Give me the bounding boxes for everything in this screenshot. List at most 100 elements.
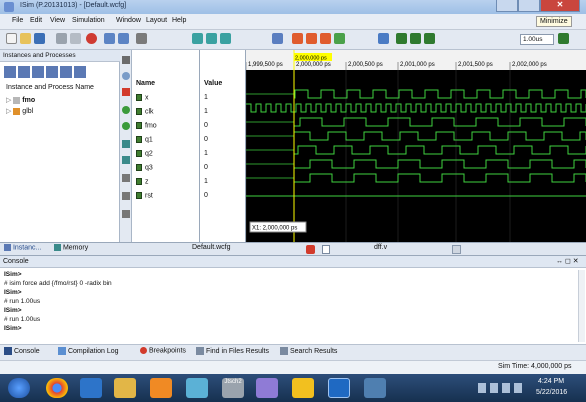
run-all-icon[interactable] bbox=[396, 33, 407, 44]
clock-time[interactable]: 4:24 PM bbox=[538, 378, 564, 385]
signal-row[interactable]: q2 bbox=[136, 150, 153, 162]
tab-compilation-log[interactable]: Compilation Log bbox=[58, 347, 119, 359]
console-window-controls[interactable]: ↔ ◻ ✕ bbox=[556, 257, 579, 265]
close-icon: ✕ bbox=[556, 0, 564, 9]
settings-icon[interactable] bbox=[74, 66, 86, 78]
tab-instances[interactable]: Instanc... bbox=[4, 244, 41, 255]
app-icon[interactable] bbox=[364, 378, 386, 398]
next-icon[interactable] bbox=[46, 66, 58, 78]
tab-label: Instanc... bbox=[12, 244, 42, 252]
expand-icon[interactable]: ▷ bbox=[6, 108, 11, 115]
filter-icon[interactable] bbox=[60, 66, 72, 78]
signal-row[interactable]: q1 bbox=[136, 136, 153, 148]
signal-row[interactable]: z bbox=[136, 178, 149, 190]
menu-help[interactable]: Help bbox=[172, 17, 186, 24]
menu-simulation[interactable]: Simulation bbox=[72, 17, 105, 24]
run-icon[interactable] bbox=[410, 33, 421, 44]
zoom-out-icon[interactable] bbox=[220, 33, 231, 44]
log-tab-icon bbox=[58, 347, 66, 355]
menu-file[interactable]: File bbox=[12, 17, 23, 24]
isim-icon[interactable] bbox=[292, 378, 314, 398]
restart-icon[interactable] bbox=[378, 33, 389, 44]
step-icon[interactable] bbox=[424, 33, 435, 44]
tab-console[interactable]: Console bbox=[4, 347, 40, 359]
console-tab-strip: Console Compilation Log Breakpoints Find… bbox=[0, 344, 586, 360]
folder-icon[interactable] bbox=[186, 378, 208, 398]
tab-label: Find in Files Results bbox=[205, 347, 269, 355]
radix-icon[interactable] bbox=[122, 210, 130, 218]
tray-icons[interactable] bbox=[478, 383, 522, 393]
instance-item-fmo[interactable]: ▷ fmo bbox=[6, 96, 35, 106]
marker-icon[interactable] bbox=[292, 33, 303, 44]
start-button[interactable] bbox=[8, 378, 30, 398]
menu-layout[interactable]: Layout bbox=[146, 17, 167, 24]
swap-cursors-icon[interactable] bbox=[122, 156, 130, 164]
clock-date[interactable]: 5/22/2016 bbox=[536, 389, 567, 396]
swap-icon[interactable] bbox=[334, 33, 345, 44]
waveform-viewer[interactable]: 1,999,500 ps 2,000,000 ps 2,000,500 ps 2,00… bbox=[246, 50, 586, 242]
menu-edit[interactable]: Edit bbox=[30, 17, 42, 24]
run-time-input[interactable]: 1.00us bbox=[520, 34, 554, 45]
save-icon[interactable] bbox=[34, 33, 45, 44]
maximize-button[interactable] bbox=[518, 0, 540, 12]
file-manager-icon[interactable] bbox=[114, 378, 136, 398]
expand-icon[interactable]: ▷ bbox=[6, 97, 11, 104]
minimize-button[interactable] bbox=[496, 0, 518, 12]
collapse-icon[interactable] bbox=[122, 192, 130, 200]
collapse-all-icon[interactable] bbox=[4, 66, 16, 78]
signal-icon bbox=[136, 150, 142, 157]
go-end-icon[interactable] bbox=[122, 122, 130, 130]
close-button[interactable]: ✕ bbox=[540, 0, 580, 12]
tab-search-results[interactable]: Search Results bbox=[280, 347, 337, 359]
tab-dff-v[interactable]: dff.v bbox=[374, 244, 387, 255]
pointer-icon[interactable] bbox=[122, 56, 130, 64]
instance-item-glbl[interactable]: ▷ glbl bbox=[6, 107, 33, 117]
run-for-icon[interactable] bbox=[558, 33, 569, 44]
signal-row[interactable]: fmo bbox=[136, 122, 157, 134]
tab-find-in-files[interactable]: Find in Files Results bbox=[196, 347, 269, 359]
signal-trace bbox=[246, 103, 586, 113]
signal-icon bbox=[136, 164, 142, 171]
undo-icon[interactable] bbox=[104, 33, 115, 44]
find-icon[interactable] bbox=[136, 33, 147, 44]
close-tab-icon[interactable] bbox=[452, 245, 461, 254]
redo-icon[interactable] bbox=[118, 33, 129, 44]
signal-row[interactable]: rst bbox=[136, 192, 153, 204]
delete-icon[interactable] bbox=[86, 33, 97, 44]
editor-icon[interactable] bbox=[328, 378, 350, 398]
menu-window[interactable]: Window bbox=[116, 17, 141, 24]
marker-prev-icon[interactable] bbox=[306, 33, 317, 44]
copy-icon[interactable] bbox=[70, 33, 81, 44]
add-marker-icon[interactable] bbox=[122, 88, 130, 96]
tab-default-wcfg[interactable]: Default.wcfg bbox=[192, 244, 231, 255]
open-folder-icon[interactable] bbox=[20, 33, 31, 44]
tab-memory[interactable]: Memory bbox=[54, 244, 88, 255]
jtsch-icon[interactable]: Jtsch2 bbox=[222, 378, 244, 398]
menu-view[interactable]: View bbox=[50, 17, 65, 24]
cut-icon[interactable] bbox=[56, 33, 67, 44]
waveform-canvas[interactable]: 1,999,500 ps 2,000,000 ps 2,000,500 ps 2,00… bbox=[246, 50, 586, 242]
tab-label: dff.v bbox=[374, 244, 388, 251]
expand-all-icon[interactable] bbox=[18, 66, 30, 78]
signal-row[interactable]: clk bbox=[136, 108, 154, 120]
zoom-fit-icon[interactable] bbox=[192, 33, 203, 44]
console-scrollbar[interactable] bbox=[578, 270, 585, 342]
new-file-icon[interactable] bbox=[6, 33, 17, 44]
vlc-icon[interactable] bbox=[150, 378, 172, 398]
zoom-icon[interactable] bbox=[122, 72, 130, 80]
go-start-icon[interactable] bbox=[122, 106, 130, 114]
zoom-in-icon[interactable] bbox=[206, 33, 217, 44]
expand-icon[interactable] bbox=[122, 174, 130, 182]
cursor-icon[interactable] bbox=[272, 33, 283, 44]
console-output[interactable]: ISim> # isim force add {/fmo/rst} 0 -radi… bbox=[4, 270, 574, 342]
marker-next-icon[interactable] bbox=[320, 33, 331, 44]
signal-row[interactable]: q3 bbox=[136, 164, 153, 176]
explorer-icon[interactable] bbox=[80, 378, 102, 398]
tab-breakpoints[interactable]: Breakpoints bbox=[140, 347, 186, 359]
snap-icon[interactable] bbox=[122, 140, 130, 148]
signal-row[interactable]: x bbox=[136, 94, 149, 106]
paint-icon[interactable] bbox=[256, 378, 278, 398]
close-tab-icon[interactable] bbox=[306, 245, 315, 254]
chrome-icon[interactable] bbox=[46, 378, 68, 398]
previous-icon[interactable] bbox=[32, 66, 44, 78]
